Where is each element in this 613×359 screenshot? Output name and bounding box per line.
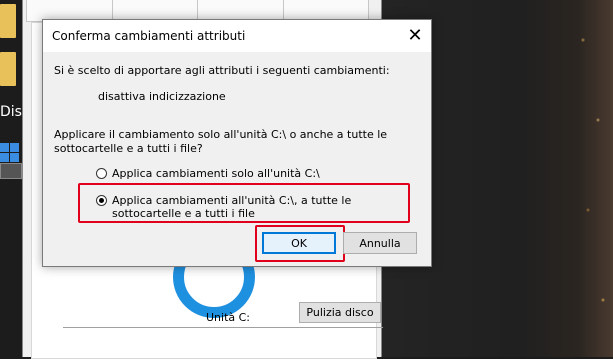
apply-all-subfolders-radio[interactable]: Applica cambiamenti all'unità C:\, a tut… xyxy=(96,194,396,220)
wallpaper-lights xyxy=(573,0,613,357)
dialog-title: Conferma cambiamenti attributi xyxy=(52,29,246,43)
change-text: disattiva indicizzazione xyxy=(98,90,226,103)
drive-label: Unità C: xyxy=(206,311,251,324)
disk-cleanup-button[interactable]: Pulizia disco xyxy=(299,302,381,323)
question-text: Applicare il cambiamento solo all'unità … xyxy=(54,128,388,155)
ok-button[interactable]: OK xyxy=(262,232,336,254)
radio-label: Applica cambiamenti all'unità C:\, a tut… xyxy=(112,194,352,220)
divider xyxy=(63,327,383,328)
desktop-icon-label: Dis xyxy=(0,104,22,120)
radio-label: Applica cambiamenti solo all'unità C:\ xyxy=(112,167,320,180)
folder-icon[interactable] xyxy=(0,52,16,86)
intro-text: Si è scelto di apportare agli attributi … xyxy=(54,64,390,77)
confirm-attribute-changes-dialog: Conferma cambiamenti attributi ✕ Si è sc… xyxy=(42,19,432,267)
cancel-button[interactable]: Annulla xyxy=(343,232,417,254)
apply-drive-only-radio[interactable]: Applica cambiamenti solo all'unità C:\ xyxy=(96,167,320,180)
windows-logo-icon[interactable] xyxy=(0,143,20,163)
drive-icon[interactable] xyxy=(0,163,22,179)
radio-button-selected[interactable] xyxy=(96,195,107,206)
close-icon[interactable]: ✕ xyxy=(401,22,429,50)
dialog-titlebar: Conferma cambiamenti attributi ✕ xyxy=(43,20,431,52)
radio-button[interactable] xyxy=(96,168,107,179)
folder-icon[interactable] xyxy=(0,4,16,38)
